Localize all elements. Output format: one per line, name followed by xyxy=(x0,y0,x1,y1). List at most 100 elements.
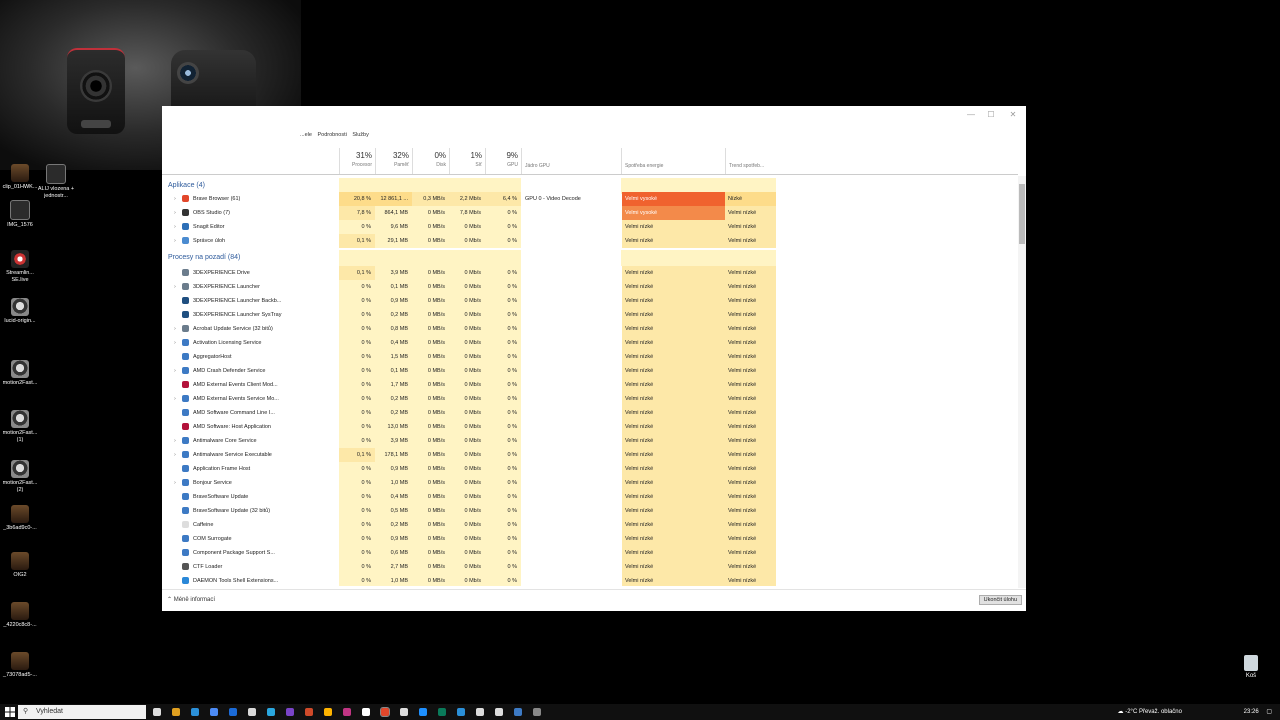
desktop-icon[interactable]: ALIJ vlozena + jednostr... xyxy=(36,164,76,200)
taskbar-app-icon[interactable] xyxy=(380,707,390,717)
taskbar-app-icon[interactable] xyxy=(267,708,275,716)
taskbar-app-icon[interactable] xyxy=(514,708,522,716)
column-header-trend-spot-eb-[interactable]: Trend spotřeb... xyxy=(725,148,776,174)
process-row[interactable]: COM Surrogate 0 % 0,9 MB 0 MB/s 0 Mb/s 0 % Vel… xyxy=(162,532,1018,546)
taskbar-app-icon[interactable] xyxy=(362,708,370,716)
column-header-spot-eba-energie[interactable]: Spotřeba energie xyxy=(621,148,725,174)
maximize-button[interactable]: ☐ xyxy=(982,110,1000,122)
column-header-gpu[interactable]: 9% GPU xyxy=(485,148,521,174)
process-row[interactable]: AMD Software Command Line I... 0 % 0,2 MB 0… xyxy=(162,406,1018,420)
process-row[interactable]: Application Frame Host 0 % 0,9 MB 0 MB/s 0 M… xyxy=(162,462,1018,476)
expand-chevron-icon[interactable]: › xyxy=(174,364,182,378)
expand-chevron-icon[interactable]: › xyxy=(174,476,182,490)
desktop-icon[interactable]: motion2Fast... xyxy=(0,360,40,387)
expand-chevron-icon[interactable]: › xyxy=(174,322,182,336)
clock[interactable]: 23:26 xyxy=(1244,709,1259,715)
expand-chevron-icon[interactable]: › xyxy=(174,336,182,350)
taskbar-app-icon[interactable] xyxy=(419,708,427,716)
process-row[interactable]: › Antimalware Service Executable 0,1 % 178,… xyxy=(162,448,1018,462)
tab-users[interactable]: ...ele xyxy=(300,132,312,138)
expand-chevron-icon[interactable]: › xyxy=(174,220,182,234)
column-header-row: 31% Procesor 32% Paměť 0% Disk 1% Síť 9% GPU Jádro… xyxy=(162,148,1018,175)
desktop-icon[interactable]: OIG2 xyxy=(0,552,40,579)
process-row[interactable]: › Snagit Editor 0 % 9,6 MB 0 MB/s 0 Mb/s 0 % Ve… xyxy=(162,220,1018,234)
expand-chevron-icon[interactable]: › xyxy=(174,434,182,448)
process-row[interactable]: AMD Software: Host Application 0 % 13,0 MB… xyxy=(162,420,1018,434)
process-row[interactable]: Component Package Support S... 0 % 0,6 MB 0… xyxy=(162,546,1018,560)
process-row[interactable]: › Antimalware Core Service 0 % 3,9 MB 0 MB/s… xyxy=(162,434,1018,448)
process-row[interactable]: › AMD Crash Defender Service 0 % 0,1 MB 0 MB… xyxy=(162,364,1018,378)
process-row[interactable]: Caffeine 0 % 0,2 MB 0 MB/s 0 Mb/s 0 % Velmi ní… xyxy=(162,518,1018,532)
process-row[interactable]: › Brave Browser (61) 20,8 % 12 861,1 ... 0,3… xyxy=(162,192,1018,206)
taskbar-app-icon[interactable] xyxy=(229,708,237,716)
column-header-pam-[interactable]: 32% Paměť xyxy=(375,148,412,174)
taskbar-app-icon[interactable] xyxy=(476,708,484,716)
process-row[interactable]: › AMD External Events Service Mo... 0 % 0,2… xyxy=(162,392,1018,406)
process-row[interactable]: › OBS Studio (7) 7,8 % 864,1 MB 0 MB/s 7,8 Mb… xyxy=(162,206,1018,220)
taskbar-search-input[interactable]: ⚲ Vyhledat xyxy=(18,705,146,719)
process-row[interactable]: › Activation Licensing Service 0 % 0,4 MB 0 … xyxy=(162,336,1018,350)
expand-chevron-icon[interactable]: › xyxy=(174,192,182,206)
taskbar-app-icon[interactable] xyxy=(533,708,541,716)
taskbar-app-icon[interactable] xyxy=(286,708,294,716)
taskbar-app-icon[interactable] xyxy=(438,708,446,716)
column-header-disk[interactable]: 0% Disk xyxy=(412,148,449,174)
tab-details[interactable]: Podrobnosti xyxy=(317,132,346,138)
process-row[interactable]: DAEMON Tools Shell Extensions... 0 % 1,0 M… xyxy=(162,574,1018,586)
process-row[interactable]: CTF Loader 0 % 2,7 MB 0 MB/s 0 Mb/s 0 % Velmi … xyxy=(162,560,1018,574)
desktop-icon[interactable]: Streamlin... SE.live xyxy=(0,250,40,284)
process-row[interactable]: AggregatorHost 0 % 1,5 MB 0 MB/s 0 Mb/s 0 % Ve… xyxy=(162,350,1018,364)
scrollbar[interactable] xyxy=(1018,176,1026,588)
desktop-icon[interactable]: IMG_1576 xyxy=(0,200,40,229)
desktop-icon[interactable]: motion2Fast... (2) xyxy=(0,460,40,494)
weather-text[interactable]: -2°C Převaž. oblačno xyxy=(1125,709,1182,715)
process-row[interactable]: 3DEXPERIENCE Launcher SysTray 0 % 0,2 MB 0 … xyxy=(162,308,1018,322)
expand-chevron-icon[interactable]: › xyxy=(174,280,182,294)
process-row[interactable]: AMD External Events Client Mod... 0 % 1,7 … xyxy=(162,378,1018,392)
process-row[interactable]: › Acrobat Update Service (32 bitů) 0 % 0,8 … xyxy=(162,322,1018,336)
taskbar-app-icon[interactable] xyxy=(343,708,351,716)
taskbar-app-icon[interactable] xyxy=(153,708,161,716)
minimize-button[interactable]: — xyxy=(962,110,980,122)
column-header-procesor[interactable]: 31% Procesor xyxy=(339,148,375,174)
taskbar-app-icon[interactable] xyxy=(457,708,465,716)
expand-chevron-icon[interactable]: › xyxy=(174,392,182,406)
taskbar-app-icon[interactable] xyxy=(305,708,313,716)
weather-icon[interactable]: ☁ xyxy=(1118,709,1124,715)
expand-chevron-icon[interactable]: › xyxy=(174,234,182,248)
process-row[interactable]: › Správce úloh 0,1 % 29,1 MB 0 MB/s 0 Mb/s 0 %… xyxy=(162,234,1018,248)
process-row[interactable]: BraveSoftware Update (32 bitů) 0 % 0,5 MB 0… xyxy=(162,504,1018,518)
taskbar-app-icon[interactable] xyxy=(210,708,218,716)
desktop-icon[interactable]: _4220c8c8-... xyxy=(0,602,40,629)
expand-chevron-icon[interactable]: › xyxy=(174,448,182,462)
process-row[interactable]: › Bonjour Service 0 % 1,0 MB 0 MB/s 0 Mb/s 0 %… xyxy=(162,476,1018,490)
taskbar-app-icon[interactable] xyxy=(324,708,332,716)
taskbar-app-icon[interactable] xyxy=(248,708,256,716)
process-row[interactable]: 3DEXPERIENCE Launcher Backb... 0 % 0,9 MB 0… xyxy=(162,294,1018,308)
desktop-icon[interactable]: motion2Fast... (1) xyxy=(0,410,40,444)
process-row[interactable]: 3DEXPERIENCE Drive 0,1 % 3,9 MB 0 MB/s 0 Mb/… xyxy=(162,266,1018,280)
process-disk: 0 MB/s xyxy=(412,476,449,490)
less-details-button[interactable]: ⌃ Méně informací xyxy=(167,596,215,603)
process-row[interactable]: BraveSoftware Update 0 % 0,4 MB 0 MB/s 0 Mb/… xyxy=(162,490,1018,504)
desktop-icon[interactable]: _3b6ad9c0-... xyxy=(0,505,40,532)
taskbar-app-icon[interactable] xyxy=(191,708,199,716)
desktop-icon[interactable]: _73078ad5-... xyxy=(0,652,40,679)
windows-start-icon[interactable] xyxy=(5,707,15,717)
column-header-s-[interactable]: 1% Síť xyxy=(449,148,485,174)
expand-chevron-icon[interactable]: › xyxy=(174,206,182,220)
desktop-icon[interactable]: lucid-origin... xyxy=(0,298,40,325)
scrollbar-thumb[interactable] xyxy=(1019,184,1025,244)
close-button[interactable]: ✕ xyxy=(1004,110,1022,122)
desktop-icon[interactable]: clip_01HWK... xyxy=(0,164,40,191)
column-header-j-dro-gpu[interactable]: Jádro GPU xyxy=(521,148,621,174)
notifications-icon[interactable]: ▢ xyxy=(1266,709,1272,715)
end-task-button[interactable]: Ukončit úlohu xyxy=(978,595,1022,605)
taskbar-app-icon[interactable] xyxy=(495,708,503,716)
process-row[interactable]: › 3DEXPERIENCE Launcher 0 % 0,1 MB 0 MB/s 0 M… xyxy=(162,280,1018,294)
taskbar-app-icon[interactable] xyxy=(400,708,408,716)
tab-services[interactable]: Služby xyxy=(352,132,369,138)
process-net: 0 Mb/s xyxy=(449,220,485,234)
taskbar-app-icon[interactable] xyxy=(172,708,180,716)
recycle-bin-icon[interactable]: Koš xyxy=(1236,655,1266,679)
